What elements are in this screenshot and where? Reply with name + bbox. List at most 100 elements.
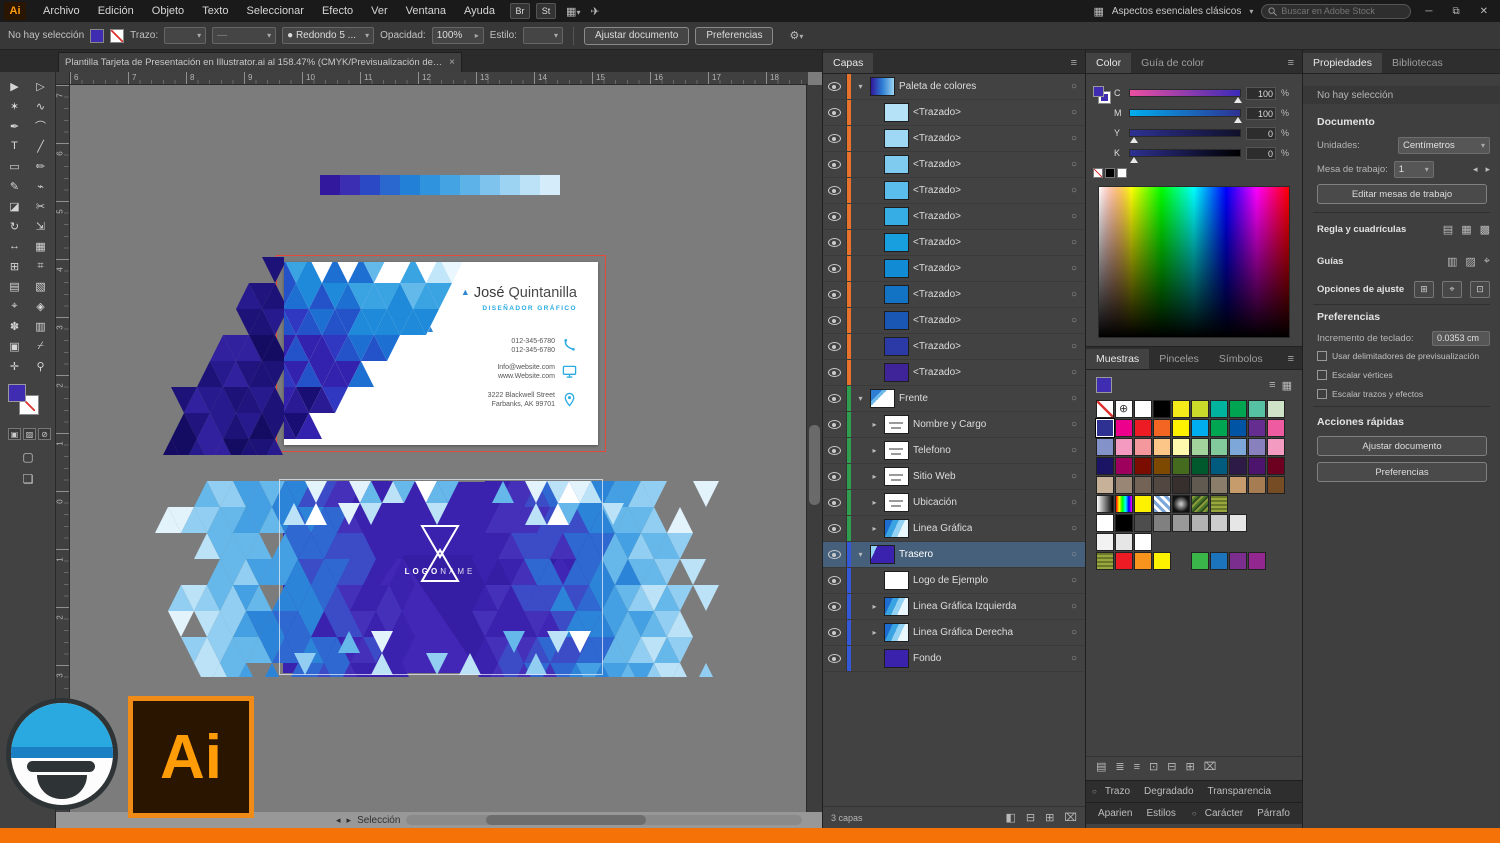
expander-icon[interactable]: ▸	[869, 602, 880, 611]
menu-archivo[interactable]: Archivo	[34, 5, 89, 17]
swatch-pattern-leaf[interactable]	[1210, 495, 1228, 513]
swatch-none[interactable]	[1096, 400, 1114, 418]
swatch[interactable]	[1248, 438, 1266, 456]
swatch[interactable]	[1229, 400, 1247, 418]
expander-icon[interactable]: ▾	[855, 82, 866, 91]
grid-view-icon[interactable]: ▦	[1282, 379, 1292, 392]
symbol-sprayer-tool[interactable]: ✽	[2, 316, 28, 336]
gradient-mode-button[interactable]: ▨	[23, 428, 36, 440]
share-icon[interactable]: ✈	[590, 5, 599, 18]
artboard-dropdown[interactable]: 1 ▾	[1393, 160, 1434, 178]
variable-width-dropdown[interactable]: — ▾	[212, 27, 277, 44]
slider-knob[interactable]	[1234, 117, 1242, 123]
palette-swatch[interactable]	[520, 175, 540, 195]
swatch[interactable]	[1172, 400, 1190, 418]
swatch-reg[interactable]	[1115, 400, 1133, 418]
hand-tool[interactable]: ✛	[2, 356, 28, 376]
layer-row-trazado[interactable]: <Trazado> ○	[823, 204, 1085, 230]
new-swatch-group-icon[interactable]: ⊟	[1167, 760, 1176, 773]
swatch[interactable]	[1267, 419, 1285, 437]
tab-simbolos[interactable]: Símbolos	[1209, 349, 1273, 369]
swatch[interactable]	[1096, 419, 1114, 437]
layer-target-icon[interactable]: ○	[1063, 471, 1085, 482]
visibility-toggle[interactable]	[823, 282, 847, 307]
expander-icon[interactable]: ▸	[869, 420, 880, 429]
swatch[interactable]	[1229, 514, 1247, 532]
fit-document-button[interactable]: Ajustar documento	[583, 26, 690, 45]
none-mode-button[interactable]: ⊘	[38, 428, 51, 440]
palette-swatch[interactable]	[480, 175, 500, 195]
menu-edici-n[interactable]: Edición	[89, 5, 143, 17]
swatch-pattern-leaf[interactable]	[1096, 552, 1114, 570]
vertical-scrollbar-thumb[interactable]	[809, 425, 820, 505]
vertical-scrollbar[interactable]	[806, 85, 822, 812]
pencil-tool[interactable]: ✎	[2, 176, 28, 196]
next-artboard-icon[interactable]: ▸	[347, 815, 352, 826]
swatch-pattern-check[interactable]	[1153, 495, 1171, 513]
panel-menu-icon[interactable]: ≡	[1280, 349, 1302, 369]
type-tool[interactable]: T	[2, 136, 28, 156]
scissors-tool[interactable]: ✂	[28, 196, 54, 216]
menu-ver[interactable]: Ver	[362, 5, 397, 17]
swatch[interactable]	[1134, 552, 1152, 570]
checkbox[interactable]	[1317, 351, 1327, 361]
palette-swatch[interactable]	[380, 175, 400, 195]
swatch[interactable]	[1096, 438, 1114, 456]
prev-artboard-icon[interactable]: ◂	[336, 815, 341, 826]
layer-row-paleta-de-colores[interactable]: ▾ Paleta de colores ○	[823, 74, 1085, 100]
paintbrush-tool[interactable]: ✏	[28, 156, 54, 176]
layer-row-trazado[interactable]: <Trazado> ○	[823, 152, 1085, 178]
checkbox-row-usar-delimitadores-de-previsualizaci-n[interactable]: Usar delimitadores de previsualización	[1317, 351, 1494, 361]
free-transform-tool[interactable]: ▦	[28, 236, 54, 256]
swatch[interactable]	[1134, 495, 1152, 513]
layer-target-icon[interactable]: ○	[1063, 263, 1085, 274]
current-swatch[interactable]	[1096, 377, 1112, 393]
horizontal-scrollbar[interactable]	[406, 815, 802, 825]
line-segment-tool[interactable]: ╱	[28, 136, 54, 156]
workspace-switcher-icon[interactable]: ▦	[1093, 5, 1103, 18]
swatch[interactable]	[1267, 476, 1285, 494]
slider-knob[interactable]	[1130, 137, 1138, 143]
layer-target-icon[interactable]: ○	[1063, 653, 1085, 664]
checkbox-row-escalar-v-rtices[interactable]: Escalar vértices	[1317, 370, 1494, 380]
color-fill-stroke-widget[interactable]	[1093, 86, 1111, 104]
swatch[interactable]	[1229, 457, 1247, 475]
swatch-options-icon[interactable]: ⊡	[1149, 760, 1158, 773]
delete-swatch-icon[interactable]: ⌧	[1204, 760, 1217, 773]
layer-target-icon[interactable]: ○	[1063, 107, 1085, 118]
layer-row-trazado[interactable]: <Trazado> ○	[823, 230, 1085, 256]
layer-target-icon[interactable]: ○	[1063, 393, 1085, 404]
app-logo[interactable]: Ai	[4, 2, 26, 20]
swatch[interactable]	[1210, 419, 1228, 437]
swatch[interactable]	[1096, 533, 1114, 551]
dock-tab-transparencia[interactable]: Transparencia	[1202, 786, 1278, 797]
style-dropdown[interactable]: ▾	[522, 27, 563, 44]
menu-ayuda[interactable]: Ayuda	[455, 5, 504, 17]
layer-row-nombre-y-cargo[interactable]: ▸ Nombre y Cargo ○	[823, 412, 1085, 438]
preferences-button[interactable]: Preferencias	[1317, 462, 1487, 482]
visibility-toggle[interactable]	[823, 256, 847, 281]
show-guides-icon[interactable]: ▥	[1447, 255, 1457, 268]
visibility-toggle[interactable]	[823, 100, 847, 125]
prev-artboard-icon[interactable]: ◂	[1473, 164, 1478, 175]
swatch[interactable]	[1248, 476, 1266, 494]
swatch[interactable]	[1134, 476, 1152, 494]
visibility-toggle[interactable]	[823, 516, 847, 541]
layer-row-linea-gr-fica[interactable]: ▸ Linea Gráfica ○	[823, 516, 1085, 542]
swatch[interactable]	[1210, 476, 1228, 494]
opacity-field[interactable]: 100% ▸	[431, 27, 484, 44]
layer-target-icon[interactable]: ○	[1063, 289, 1085, 300]
slider-knob[interactable]	[1130, 157, 1138, 163]
swatch[interactable]	[1229, 552, 1247, 570]
layer-row-trazado[interactable]: <Trazado> ○	[823, 100, 1085, 126]
shape-builder-tool[interactable]: ⊞	[2, 256, 28, 276]
white-chip[interactable]	[1117, 168, 1127, 178]
layer-row-trazado[interactable]: <Trazado> ○	[823, 178, 1085, 204]
screen-mode-button[interactable]: ❏	[0, 472, 56, 486]
swatch[interactable]	[1134, 457, 1152, 475]
swatch[interactable]	[1267, 457, 1285, 475]
swatch[interactable]	[1096, 476, 1114, 494]
layer-row-trazado[interactable]: <Trazado> ○	[823, 282, 1085, 308]
swatch[interactable]	[1172, 438, 1190, 456]
layer-row-ubicaci-n[interactable]: ▸ Ubicación ○	[823, 490, 1085, 516]
